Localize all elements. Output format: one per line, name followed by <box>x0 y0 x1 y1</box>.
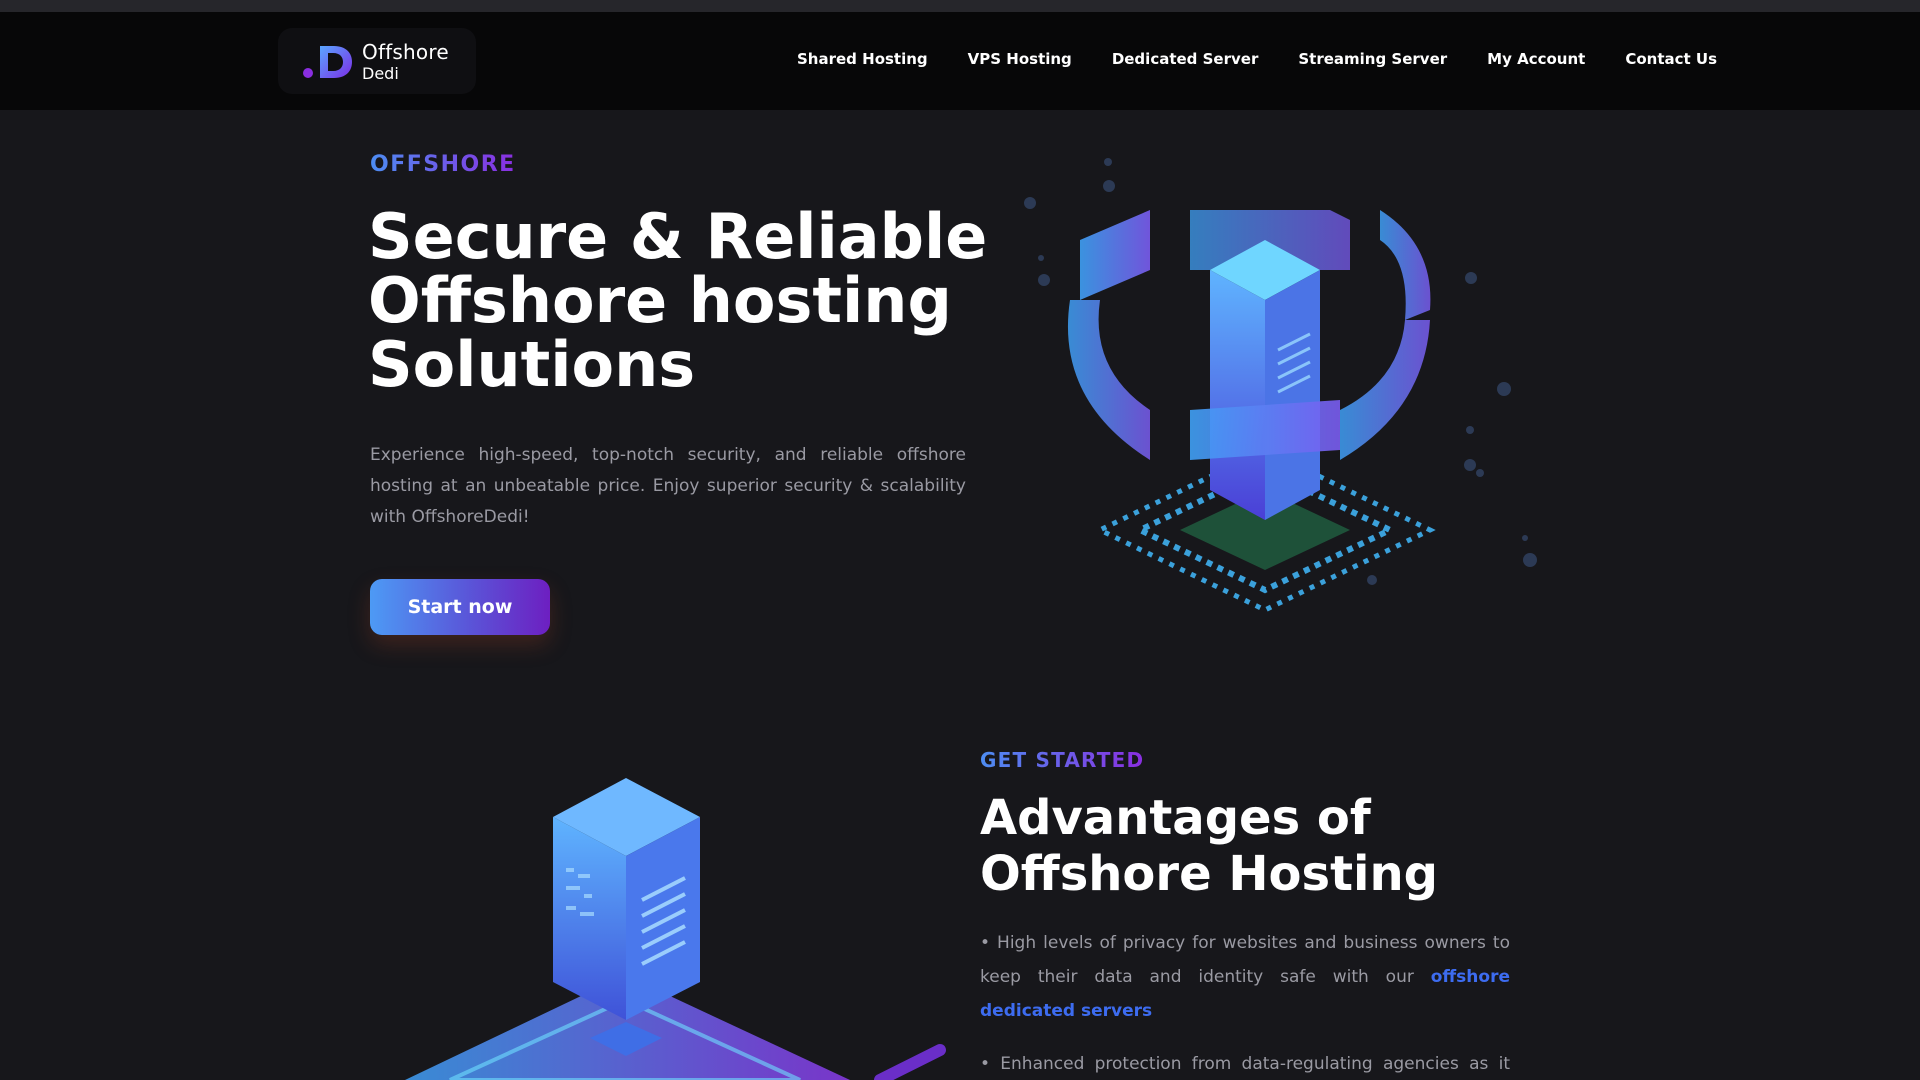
hero-eyebrow: OFFSHORE <box>370 152 516 177</box>
nav-my-account[interactable]: My Account <box>1487 50 1585 68</box>
nav-vps-hosting[interactable]: VPS Hosting <box>968 50 1072 68</box>
advantages-title-line2: Offshore Hosting <box>980 846 1438 902</box>
brand-logo[interactable]: Offshore Dedi <box>278 28 476 94</box>
server-stack-illustration-icon <box>405 778 946 1080</box>
logo-mark-icon <box>303 46 352 78</box>
nav-shared-hosting[interactable]: Shared Hosting <box>797 50 928 68</box>
hero-title-line3: Solutions <box>368 328 696 401</box>
advantages-title-line1: Advantages of <box>980 790 1371 846</box>
advantage-bullet-protection: • Enhanced protection from data-regulati… <box>980 1054 1510 1074</box>
brand-name-line2: Dedi <box>362 64 399 83</box>
hero-title: Secure & Reliable Offshore hosting Solut… <box>368 205 988 397</box>
advantages-title: Advantages of Offshore Hosting <box>980 790 1540 902</box>
nav-dedicated-server[interactable]: Dedicated Server <box>1112 50 1259 68</box>
hero-title-line1: Secure & Reliable <box>368 200 988 273</box>
navbar: Offshore Dedi Shared Hosting VPS Hosting… <box>0 12 1920 110</box>
advantages-eyebrow: GET STARTED <box>980 748 1145 772</box>
hero-title-line2: Offshore hosting <box>368 264 952 337</box>
top-strip <box>0 0 1920 12</box>
nav-contact-us[interactable]: Contact Us <box>1625 50 1717 68</box>
server-ring-illustration-icon <box>1024 158 1537 613</box>
main-nav: Shared Hosting VPS Hosting Dedicated Ser… <box>797 50 1757 68</box>
start-now-button[interactable]: Start now <box>370 579 550 635</box>
nav-streaming-server[interactable]: Streaming Server <box>1298 50 1447 68</box>
hero-description: Experience high-speed, top-notch securit… <box>370 445 966 527</box>
brand-name-line1: Offshore <box>362 40 449 64</box>
advantage-bullet-privacy: • High levels of privacy for websites an… <box>980 926 1510 1028</box>
